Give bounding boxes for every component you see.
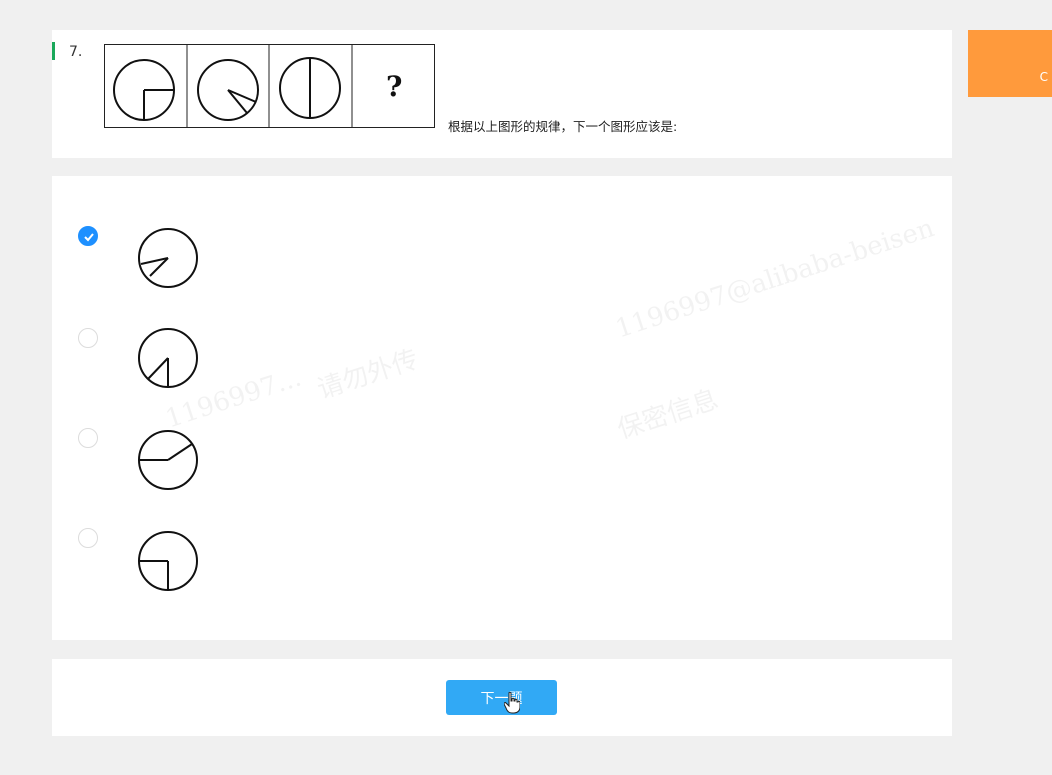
watermark-text: 请勿外传 [313,344,423,406]
hand-cursor-icon [504,692,520,714]
figure-3-circle-diameter [279,57,341,119]
question-text: 根据以上图形的规律，下一个图形应该是: [448,119,678,134]
unknown-figure-mark: ? [386,70,402,103]
question-number: 7. [69,44,83,60]
question-figure-sequence: ? [104,44,435,128]
figure-1-circle-quarter [113,59,175,121]
option-c-radio[interactable] [78,428,98,448]
next-question-button[interactable]: 下一题 [446,680,557,715]
option-d-radio[interactable] [78,528,98,548]
side-action-label: C [1039,70,1048,84]
option-a-radio[interactable] [78,226,98,246]
checkmark-icon [84,233,94,242]
watermark-text: 保密信息 [613,384,723,446]
option-d-figure[interactable] [136,529,200,593]
watermark-text: 1196997@alibaba-beisen [612,213,938,345]
option-a-figure[interactable] [136,226,200,290]
option-b-radio[interactable] [78,328,98,348]
option-c-figure[interactable] [136,428,200,492]
footer-card: 下一题 [52,659,952,736]
figure-2-circle-notch [197,59,259,121]
side-action-button[interactable]: C [968,30,1052,97]
options-card: 1196997... 请勿外传 保密信息 1196997@alibaba-bei… [52,176,952,640]
question-card: 7. ? 根据以上图形的规律，下一个图形应该是: [52,30,952,158]
question-indicator-bar [52,42,55,60]
option-b-figure[interactable] [136,326,200,390]
